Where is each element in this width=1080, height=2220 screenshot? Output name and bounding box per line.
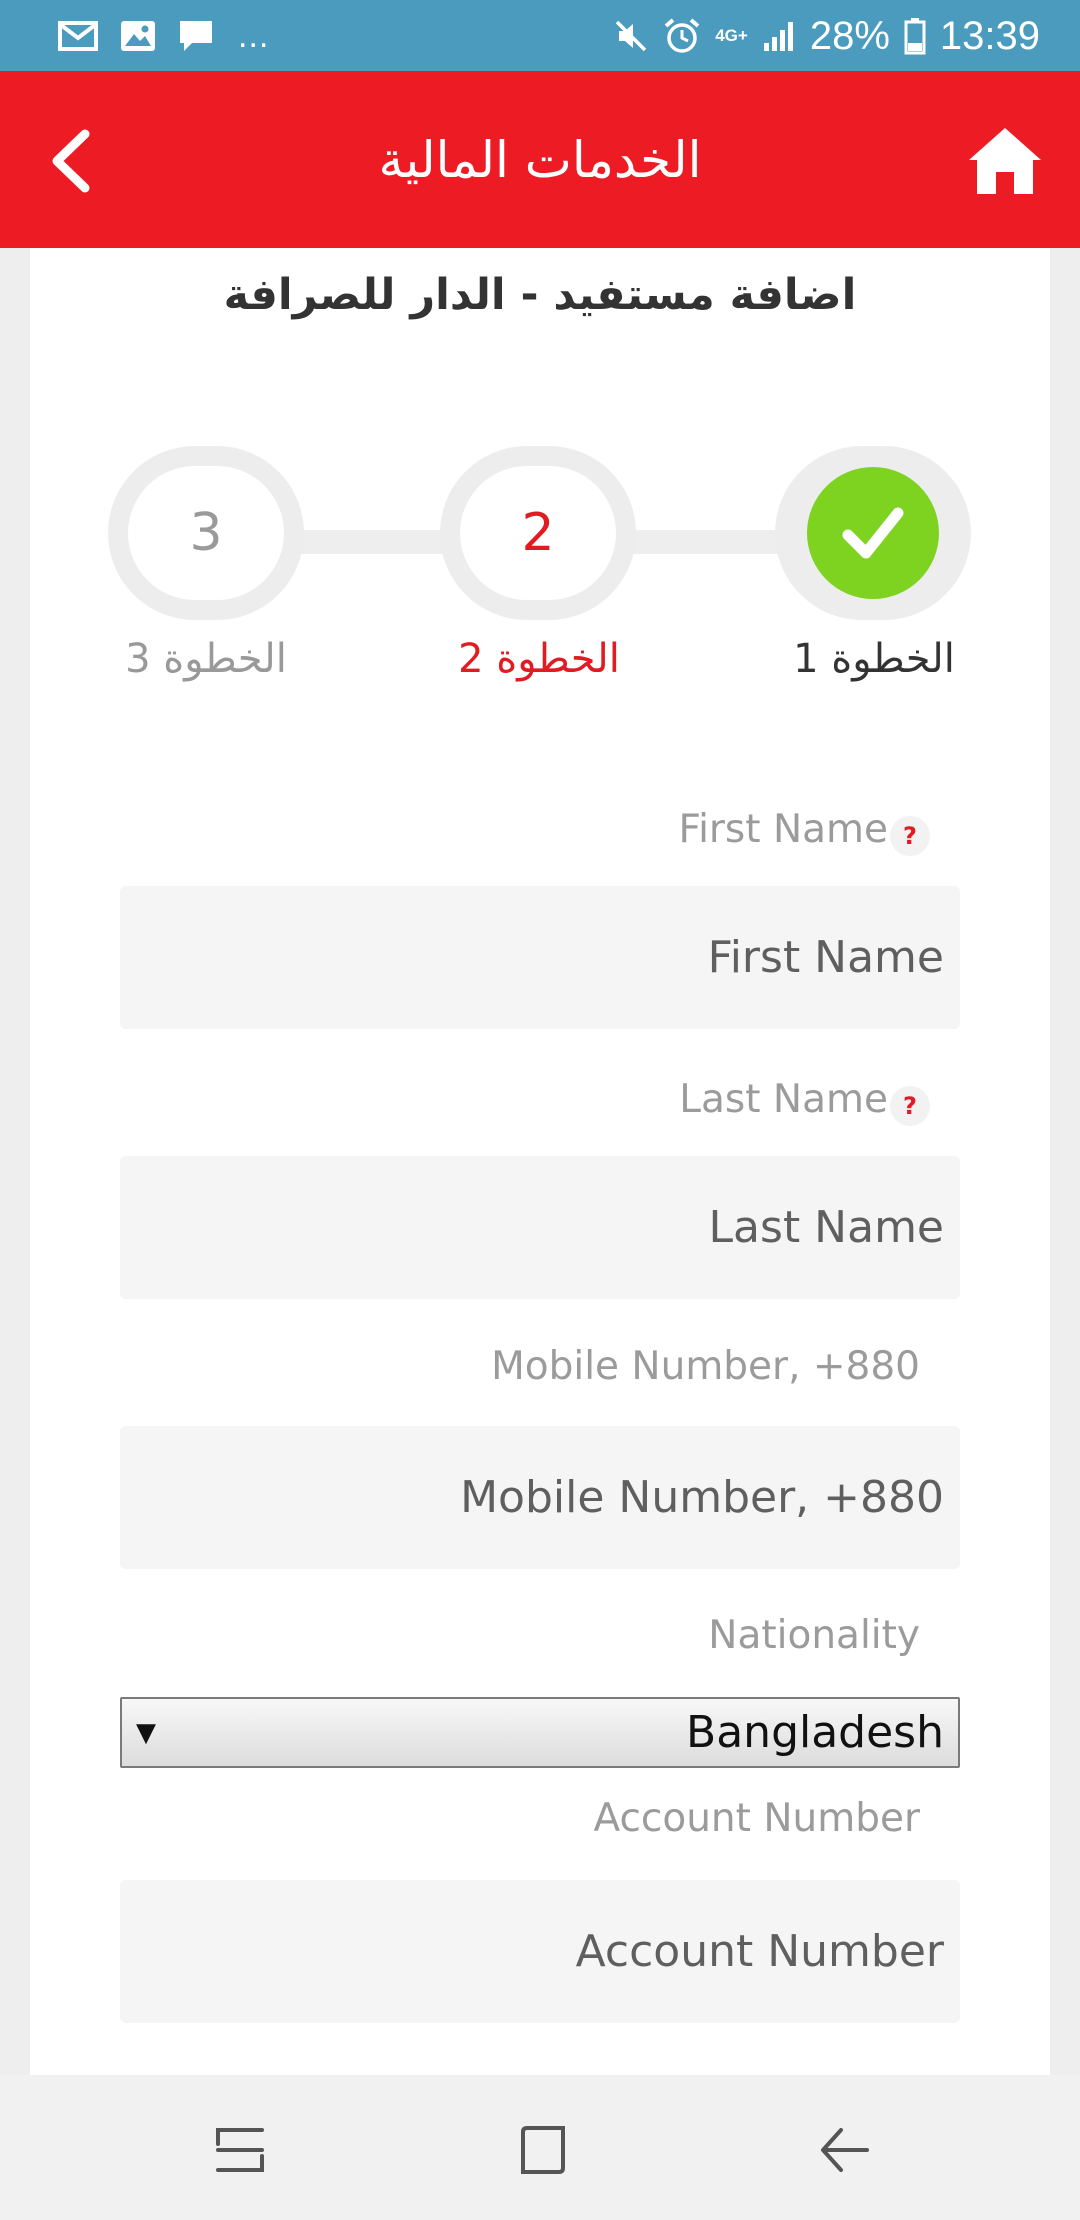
last-name-help-icon[interactable]: ? — [890, 1086, 930, 1126]
battery-percent: 28% — [809, 13, 890, 58]
recent-apps-button[interactable] — [200, 2115, 280, 2185]
signal-icon — [763, 21, 793, 51]
nationality-selected-value: Bangladesh — [686, 1707, 944, 1758]
app-bar: الخدمات المالية — [0, 71, 1080, 248]
step-2-circle: 2 — [440, 446, 636, 620]
alarm-icon — [664, 17, 700, 53]
account-number-input[interactable] — [120, 1880, 960, 2023]
step-1-label: الخطوة 1 — [793, 636, 955, 682]
step-3-number: 3 — [128, 466, 284, 600]
nav-home-button[interactable] — [503, 2115, 583, 2185]
app-title: الخدمات المالية — [378, 130, 702, 189]
first-name-label-row: First Name ? — [678, 802, 930, 856]
first-name-help-icon[interactable]: ? — [890, 816, 930, 856]
nationality-label: Nationality — [708, 1613, 920, 1658]
notification-icons: ... — [58, 19, 269, 53]
first-name-input[interactable] — [120, 886, 960, 1029]
account-number-label-row: Account Number — [593, 1796, 920, 1841]
last-name-label-row: Last Name ? — [679, 1072, 930, 1126]
mobile-label: Mobile Number, +880 — [491, 1344, 920, 1389]
first-name-label: First Name — [678, 806, 888, 852]
more-notifications-text: ... — [238, 16, 270, 55]
mute-icon — [615, 20, 647, 51]
step-1-circle — [775, 446, 971, 620]
step-3-label: الخطوة 3 — [125, 636, 287, 682]
system-icons: 4G+ 28% 13:39 — [613, 16, 1040, 56]
step-1-done — [807, 467, 939, 599]
nationality-label-row: Nationality — [708, 1613, 920, 1658]
form-card: اضافة مستفيد - الدار للصرافة 3 2 الخطوة … — [30, 248, 1050, 2075]
home-icon — [969, 128, 1041, 194]
battery-icon — [904, 17, 926, 54]
last-name-input[interactable] — [120, 1156, 960, 1299]
nav-back-button[interactable] — [805, 2115, 885, 2185]
recent-apps-icon — [216, 2128, 264, 2172]
step-2-label: الخطوة 2 — [458, 636, 620, 682]
mobile-label-row: Mobile Number, +880 — [491, 1344, 920, 1389]
mobile-input[interactable] — [120, 1426, 960, 1569]
status-bar: ... 4G+ 28% 13:39 — [0, 0, 1080, 71]
mail-icon — [58, 20, 98, 51]
check-icon — [842, 507, 904, 559]
home-button[interactable] — [960, 116, 1050, 206]
clock: 13:39 — [939, 13, 1040, 58]
page-title: اضافة مستفيد - الدار للصرافة — [223, 270, 857, 320]
message-icon — [180, 20, 212, 51]
network-type-text: 4G+ — [715, 26, 748, 45]
nav-home-icon — [521, 2126, 565, 2174]
system-nav-bar — [0, 2075, 1080, 2220]
nationality-select[interactable]: ▼ Bangladesh — [120, 1697, 960, 1768]
last-name-label: Last Name — [679, 1076, 888, 1122]
account-number-label: Account Number — [593, 1796, 920, 1841]
step-2-number: 2 — [460, 466, 616, 600]
nav-back-icon — [821, 2128, 869, 2172]
image-icon — [121, 20, 155, 51]
dropdown-arrow-icon: ▼ — [136, 1717, 156, 1748]
step-3-circle: 3 — [108, 446, 304, 620]
